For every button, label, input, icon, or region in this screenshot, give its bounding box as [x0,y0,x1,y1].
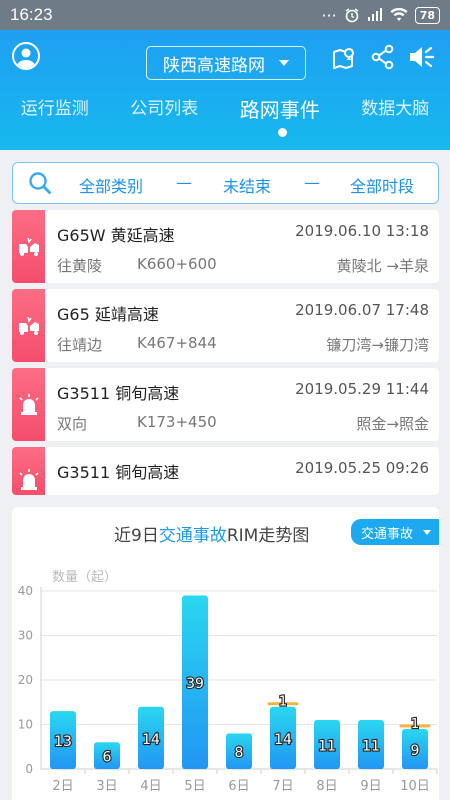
chart-type-label: 交通事故 [361,526,414,542]
region-selector[interactable]: 陕西高速路网 [146,46,306,80]
event-segment: 镰刀湾→镰刀湾 [326,336,429,354]
tab-road-events[interactable]: 路网事件 [240,94,320,123]
y-tick-label: 0 [25,762,33,776]
x-tick-label: 2日 [52,779,73,794]
notification-dots-icon: ··· [321,5,337,25]
x-tick-label: 7日 [272,779,293,794]
x-tick-label: 4日 [140,779,161,794]
x-tick-label: 9日 [360,779,381,794]
event-road: G3511 铜旬高速 [57,384,180,403]
event-item[interactable]: G65 延靖高速 2019.06.07 17:48 往靖边 K467+844 镰… [12,289,439,362]
app-header: 陕西高速路网 运行监测 公司列表 路网事件 数据大脑 [0,30,450,150]
y-tick-label: 30 [18,629,33,643]
y-axis-label: 数量（起） [52,570,117,585]
x-tick-label: 10日 [400,779,430,794]
chevron-down-icon [423,529,432,535]
bar-value-label: 11 [318,739,336,755]
event-direction: 往黄陵 [57,257,103,275]
bar-value-label: 13 [54,734,72,750]
chevron-down-icon [279,60,289,66]
event-item[interactable]: G3511 铜旬高速 2019.05.29 11:44 双向 K173+450 … [12,368,439,441]
event-type-strip [12,447,45,495]
event-type-strip [12,289,45,362]
y-tick-label: 40 [18,584,33,598]
filter-separator: — [304,173,320,192]
y-tick-label: 10 [18,718,33,732]
event-direction: 双向 [57,415,88,433]
event-km: K467+844 [137,334,217,352]
tab-data-brain[interactable]: 数据大脑 [361,94,429,123]
x-tick-label: 3日 [96,779,117,794]
bar-chart: 数量（起）010203040132日63日144日395日86日147日118日… [18,570,438,794]
bar-value-label: 9 [411,743,420,759]
chart-title: 近9日交通事故RIM走势图 [114,521,309,546]
event-time: 2019.05.29 11:44 [295,380,429,398]
filter-separator: — [176,173,192,192]
map-location-icon[interactable] [332,44,358,70]
siren-icon [18,469,39,490]
marker-value-label: 1 [279,695,287,710]
event-direction: 往靖边 [57,336,103,354]
wifi-icon [390,8,408,21]
bar-value-label: 6 [103,750,112,766]
chart-title-suffix: RIM走势图 [226,526,310,546]
event-km: K173+450 [137,413,217,431]
event-item[interactable]: G65W 黄延高速 2019.06.10 13:18 往黄陵 K660+600 … [12,210,439,283]
event-segment: 照金→照金 [356,415,429,433]
event-road: G65W 黄延高速 [57,226,175,245]
bar-value-label: 8 [235,745,244,761]
trend-chart-card: 近9日交通事故RIM走势图 交通事故 数量（起） 0 10 20 30 40 13 2日 6 3日… [12,507,439,800]
chart-title-highlight: 交通事故 [158,526,227,546]
event-item[interactable]: G3511 铜旬高速 2019.05.25 09:26 [12,447,439,495]
signal-icon [367,8,382,21]
event-segment: 黄陵北 →羊泉 [336,257,429,275]
battery-indicator: 78 [414,6,440,24]
user-avatar-icon[interactable] [12,42,40,70]
collision-icon [18,237,39,256]
collision-icon [18,316,39,335]
x-tick-label: 5日 [184,779,205,794]
y-tick-label: 20 [18,673,33,687]
bar-value-label: 14 [274,732,292,748]
x-tick-label: 8日 [316,779,337,794]
tab-company-list[interactable]: 公司列表 [130,94,198,123]
marker-value-label: 1 [411,717,419,732]
filter-period[interactable]: 全部时段 [350,173,414,197]
bar-value-label: 11 [362,739,380,755]
event-road: G3511 铜旬高速 [57,463,180,482]
chart-type-selector[interactable]: 交通事故 [351,519,439,545]
event-type-strip [12,368,45,441]
filter-bar: 全部类别 — 未结束 — 全部时段 [12,162,439,204]
status-time: 16:23 [10,5,53,24]
share-icon[interactable] [370,44,396,70]
event-type-strip [12,210,45,283]
chart-title-prefix: 近9日 [114,526,159,546]
siren-icon [18,393,39,415]
bar-value-label: 39 [186,676,204,692]
tab-monitoring[interactable]: 运行监测 [21,94,89,123]
search-icon[interactable] [27,170,53,196]
filter-state[interactable]: 未结束 [223,173,271,197]
x-tick-label: 6日 [228,779,249,794]
filter-category[interactable]: 全部类别 [79,173,143,197]
bar-value-label: 14 [142,732,160,748]
event-time: 2019.06.07 17:48 [295,301,429,319]
active-tab-indicator [278,128,287,137]
region-label: 陕西高速路网 [163,55,265,76]
event-time: 2019.05.25 09:26 [295,459,429,477]
event-km: K660+600 [137,255,217,273]
event-time: 2019.06.10 13:18 [295,222,429,240]
event-road: G65 延靖高速 [57,305,159,324]
alarm-icon [345,8,359,23]
speaker-icon[interactable] [408,44,436,70]
status-bar: 16:23 ··· 78 [0,0,450,30]
